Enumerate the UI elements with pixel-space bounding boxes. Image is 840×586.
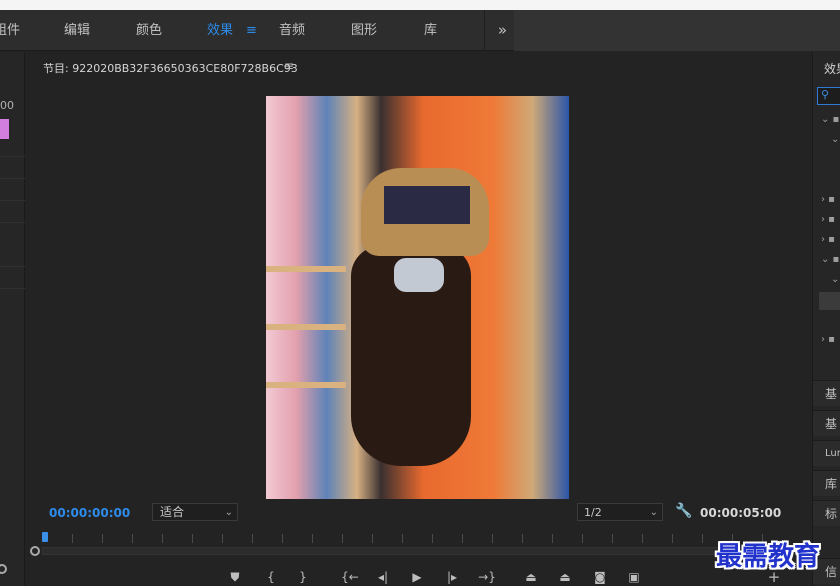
effects-search-input[interactable]: ⚲ [817, 87, 840, 105]
workspace-bar: 组件 编辑 颜色 效果 ≡ 音频 图形 库 » [0, 10, 840, 51]
panel-section-libraries[interactable]: 库 [813, 470, 840, 496]
playback-resolution-select[interactable]: 1/2 ⌄ [577, 503, 663, 521]
effects-panel: 效果 ⚲ ⌄ ▪ ⌄ › ▪ › ▪ › ▪ ⌄ ▪ ⌄ › ▪ 基 基 Lun… [812, 52, 840, 586]
panel-section-basic-graphics[interactable]: 基 [813, 410, 840, 436]
ruler-tick [372, 534, 373, 543]
left-panel-value: 00 [0, 99, 14, 112]
video-preview[interactable] [266, 96, 569, 499]
program-monitor-title[interactable]: 节目: 922020BB32F36650363CE80F728B6C93 [43, 60, 298, 76]
scroll-handle-icon[interactable] [0, 564, 7, 574]
panel-menu-icon[interactable]: ≡ [284, 59, 294, 73]
ruler-tick [432, 534, 433, 543]
ruler-tick [522, 534, 523, 543]
ruler-tick [72, 534, 73, 543]
panel-section-markers[interactable]: 标 [813, 500, 840, 526]
shelf-shape [266, 324, 346, 330]
ruler-tick [702, 534, 703, 543]
step-forward-icon[interactable]: |▸ [442, 566, 462, 586]
transport-controls: ⛊ { } {← ◂| ▶ |▸ →} ⏏ ⏏ ◙ ▣ + [28, 566, 809, 586]
ruler-tick [492, 534, 493, 543]
watermark-text: 最需教育 [716, 542, 821, 572]
play-icon[interactable]: ▶ [408, 566, 426, 586]
ruler-tick [642, 534, 643, 543]
lift-icon[interactable]: ⏏ [522, 566, 540, 586]
ruler-tick [462, 534, 463, 543]
ruler-tick [222, 534, 223, 543]
comparison-view-icon[interactable]: ▣ [625, 566, 643, 586]
mark-in-icon[interactable]: { [262, 566, 280, 586]
mark-out-icon[interactable]: } [294, 566, 312, 586]
ruler-tick [402, 534, 403, 543]
ruler-tick [672, 534, 673, 543]
camera-icon[interactable]: ◙ [591, 566, 609, 586]
workspace-bar-empty [514, 10, 840, 51]
row-divider [0, 222, 25, 223]
search-icon: ⚲ [821, 88, 830, 101]
tree-row[interactable]: ⌄ ▪ [821, 254, 839, 265]
zoom-scrollbar[interactable] [42, 547, 794, 555]
shelf-shape [266, 266, 346, 272]
row-divider [0, 200, 25, 201]
duration-timecode: 00:00:05:00 [700, 506, 782, 520]
tree-row[interactable]: › ▪ [821, 194, 835, 205]
ruler-tick [312, 534, 313, 543]
ruler-tick [162, 534, 163, 543]
row-divider [0, 288, 25, 289]
panel-section-basic-sound[interactable]: 基 [813, 380, 840, 406]
effects-panel-title[interactable]: 效果 [824, 60, 840, 77]
chevron-down-icon: ⌄ [224, 507, 233, 518]
workspace-tab-libraries[interactable]: 库 [424, 10, 437, 51]
clip-color-swatch[interactable] [0, 119, 9, 139]
workspace-tab-assembly[interactable]: 组件 [0, 10, 20, 51]
shelf-shape [266, 382, 346, 388]
resolution-value: 1/2 [584, 506, 602, 519]
tree-row[interactable]: › ▪ [821, 234, 835, 245]
scrollbar-handle[interactable] [30, 546, 40, 556]
workspace-tab-graphics[interactable]: 图形 [351, 10, 377, 51]
ruler-tick [552, 534, 553, 543]
ruler-tick [342, 534, 343, 543]
panel-section-lumetri[interactable]: Lun [813, 440, 840, 466]
row-divider [0, 156, 25, 157]
workspace-tab-color[interactable]: 颜色 [136, 10, 162, 51]
face-mask-shape [394, 258, 444, 292]
ruler-tick [282, 534, 283, 543]
extract-icon[interactable]: ⏏ [556, 566, 574, 586]
row-divider [0, 266, 25, 267]
ruler-tick [252, 534, 253, 543]
workspace-tab-effects[interactable]: 效果 [207, 10, 233, 51]
program-monitor: 节目: 922020BB32F36650363CE80F728B6C93 ≡ 0… [28, 52, 809, 586]
zoom-level-value: 适合 [160, 505, 185, 519]
ruler-tick [612, 534, 613, 543]
selected-effect-row[interactable] [819, 292, 840, 310]
hat-band-shape [384, 186, 470, 224]
chevron-down-icon: ⌄ [649, 507, 658, 518]
tree-row[interactable]: ⌄ ▪ [821, 114, 839, 125]
current-timecode[interactable]: 00:00:00:00 [49, 506, 130, 520]
workspace-tab-editing[interactable]: 编辑 [64, 10, 90, 51]
left-panel: 00 [0, 52, 25, 586]
workspace-tab-audio[interactable]: 音频 [279, 10, 305, 51]
ruler-tick [102, 534, 103, 543]
playhead[interactable] [42, 532, 48, 542]
go-to-out-icon[interactable]: →} [476, 566, 498, 586]
workspace-menu-icon[interactable]: ≡ [246, 10, 257, 51]
tree-row[interactable]: ⌄ [831, 274, 839, 285]
settings-wrench-icon[interactable]: 🔧 [675, 503, 692, 519]
tree-row[interactable]: › ▪ [821, 334, 835, 345]
step-back-icon[interactable]: ◂| [373, 566, 393, 586]
ruler-tick [582, 534, 583, 543]
go-to-in-icon[interactable]: {← [339, 566, 361, 586]
ruler-tick [192, 534, 193, 543]
window-top-strip [0, 0, 840, 10]
ruler-tick [132, 534, 133, 543]
row-divider [0, 178, 25, 179]
add-marker-icon[interactable]: ⛊ [226, 566, 244, 586]
tree-row[interactable]: ⌄ [831, 134, 839, 145]
tree-row[interactable]: › ▪ [821, 214, 835, 225]
zoom-level-select[interactable]: 适合 ⌄ [152, 503, 238, 521]
